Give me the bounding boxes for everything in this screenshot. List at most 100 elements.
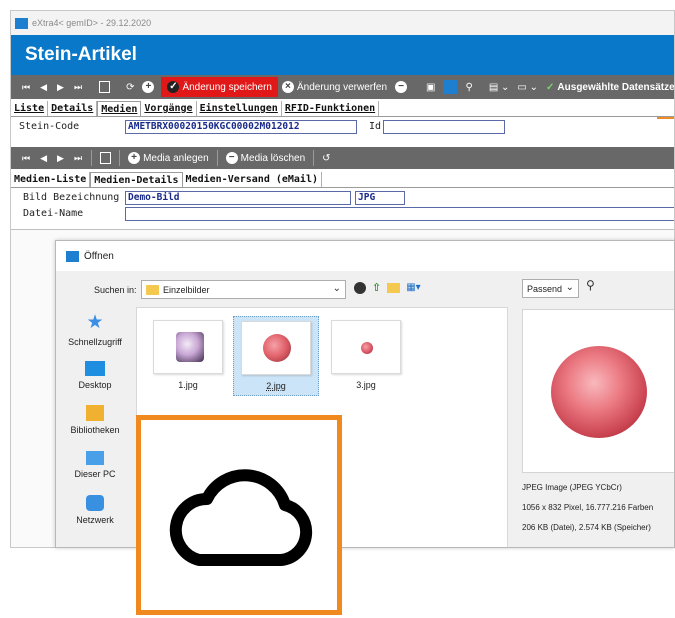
tab-einstellungen[interactable]: Einstellungen (197, 101, 282, 117)
new-folder-icon[interactable] (387, 282, 401, 293)
record-toolbar: ⏮ ◀ ▶ ⏭ ⟳ + ✓ Änderung speichern × Änderun… (11, 75, 675, 99)
cloud-overlay (136, 415, 342, 615)
gemstone-image (361, 342, 373, 354)
folder-icon (146, 284, 159, 295)
stein-code-label: Stein-Code (19, 121, 80, 132)
place-netzwerk[interactable]: Netzwerk (56, 495, 134, 525)
place-label: Dieser PC (74, 469, 116, 479)
place-label: Desktop (78, 380, 112, 390)
discard-icon: × (281, 81, 294, 93)
file-thumbnail (331, 320, 401, 374)
save-icon: ✓ (167, 81, 180, 93)
preview-dimensions: 1056 x 832 Pixel, 16.777.216 Farben (522, 503, 654, 512)
search-button[interactable]: ⚲ (461, 78, 476, 96)
dialog-title: Öffnen (84, 250, 114, 262)
place-label: Bibliotheken (70, 425, 120, 435)
tab-medien-liste[interactable]: Medien-Liste (11, 172, 91, 188)
stein-code-field[interactable]: AMETBRX00020150KGC00002M012012 (125, 120, 357, 134)
file-item-selected[interactable]: 2.jpg (233, 316, 319, 396)
media-previous-button[interactable]: ◀ (35, 149, 52, 167)
media-last-button[interactable]: ⏭ (69, 149, 87, 167)
print-button[interactable]: ▤ ⌄ (485, 78, 514, 96)
place-dieser-pc[interactable]: Dieser PC (56, 451, 134, 479)
save-changes-button[interactable]: ✓ Änderung speichern (161, 77, 278, 97)
zoom-icon[interactable]: ⚲ (586, 278, 595, 292)
media-next-button[interactable]: ▶ (52, 149, 69, 167)
select-icon (443, 80, 458, 94)
form-view-button[interactable] (95, 78, 114, 96)
previous-record-button[interactable]: ◀ (35, 78, 52, 96)
view-menu-icon[interactable]: ▦▾ (406, 282, 420, 293)
up-folder-icon[interactable]: ⇧ (372, 281, 381, 294)
chevron-down-icon: ⌄ (565, 282, 574, 293)
copy-icon: ▣ (426, 81, 436, 93)
discard-changes-label: Änderung verwerfen (296, 81, 388, 93)
datei-field[interactable] (125, 207, 674, 221)
minus-icon: − (395, 81, 408, 93)
media-toolbar: ⏮ ◀ ▶ ⏭ + Media anlegen − Media löschen ↺ (11, 147, 674, 169)
star-icon: ★ (86, 312, 104, 333)
tab-rfid-funktionen[interactable]: RFID-Funktionen (282, 101, 380, 117)
add-record-button[interactable]: + (138, 78, 161, 96)
bild-label: Bild Bezeichnung (23, 192, 120, 203)
last-record-button[interactable]: ⏭ (69, 78, 87, 96)
toolbar-divider (91, 150, 93, 166)
file-name: 1.jpg (178, 380, 198, 390)
tab-medien[interactable]: Medien (97, 101, 142, 117)
format-field[interactable]: JPG (355, 191, 405, 205)
id-field[interactable] (383, 120, 505, 134)
back-icon[interactable] (354, 281, 366, 294)
tab-vorgaenge[interactable]: Vorgänge (141, 101, 197, 117)
preview-pane: JPEG Image (JPEG YCbCr) 1056 x 832 Pixel… (514, 307, 674, 547)
file-item[interactable]: 1.jpg (145, 316, 231, 396)
add-media-button[interactable]: + Media anlegen (124, 149, 213, 167)
save-changes-label: Änderung speichern (182, 81, 272, 93)
copy-button[interactable]: ▣ (422, 78, 439, 96)
refresh-button[interactable]: ⟳ (122, 78, 138, 96)
next-record-button[interactable]: ▶ (52, 78, 69, 96)
file-name: 3.jpg (356, 380, 376, 390)
look-in-combo[interactable]: Einzelbilder ⌄ (141, 280, 346, 299)
minus-icon: − (225, 152, 238, 164)
look-in-value: Einzelbilder (163, 284, 210, 295)
place-desktop[interactable]: Desktop (56, 361, 134, 390)
delete-record-button[interactable]: − (391, 78, 414, 96)
gemstone-image (176, 332, 204, 362)
media-form-view-button[interactable] (96, 149, 115, 167)
tab-medien-versand[interactable]: Medien-Versand (eMail) (183, 172, 322, 188)
network-icon (86, 495, 104, 511)
delete-media-button[interactable]: − Media löschen (222, 149, 309, 167)
place-schnellzugriff[interactable]: ★ Schnellzugriff (56, 312, 134, 348)
tab-medien-details[interactable]: Medien-Details (90, 172, 183, 188)
stein-code-row: Stein-Code AMETBRX00020150KGC00002M01201… (11, 117, 674, 137)
window-title: eXtra4< gemID> - 29.12.2020 (32, 18, 152, 28)
undo-button[interactable]: ↺ (318, 149, 334, 167)
delete-media-label: Media löschen (240, 152, 306, 164)
export-button[interactable]: ▭ ⌄ (513, 78, 542, 96)
place-bibliotheken[interactable]: Bibliotheken (56, 405, 134, 435)
media-first-button[interactable]: ⏮ (17, 149, 35, 167)
checkmark-icon: ✓ (546, 81, 555, 93)
search-icon: ⚲ (465, 81, 473, 93)
selected-records-button[interactable]: ✓ Ausgewählte Datensätze (542, 78, 675, 96)
file-thumbnail (153, 320, 223, 374)
selected-records-label: Ausgewählte Datensätze (557, 81, 675, 93)
fit-combo[interactable]: Passend ⌄ (522, 279, 579, 298)
places-bar: ★ Schnellzugriff Desktop Bibliotheken Di… (56, 307, 134, 547)
print-icon: ▤ ⌄ (488, 81, 510, 93)
refresh-icon: ⟳ (126, 81, 135, 93)
select-button[interactable] (439, 78, 461, 96)
app-icon (66, 250, 79, 262)
bild-field[interactable]: Demo-Bild (125, 191, 351, 205)
tab-details[interactable]: Details (48, 101, 98, 117)
dialog-title-bar: Öffnen (56, 241, 674, 271)
tab-liste[interactable]: Liste (11, 101, 49, 117)
first-record-button[interactable]: ⏮ (17, 78, 35, 96)
file-item[interactable]: 3.jpg (323, 316, 409, 396)
app-icon (15, 17, 28, 29)
library-icon (86, 405, 104, 421)
discard-changes-button[interactable]: × Änderung verwerfen (278, 78, 391, 96)
place-label: Netzwerk (76, 515, 114, 525)
computer-icon (86, 451, 104, 465)
preview-type: JPEG Image (JPEG YCbCr) (522, 483, 622, 492)
